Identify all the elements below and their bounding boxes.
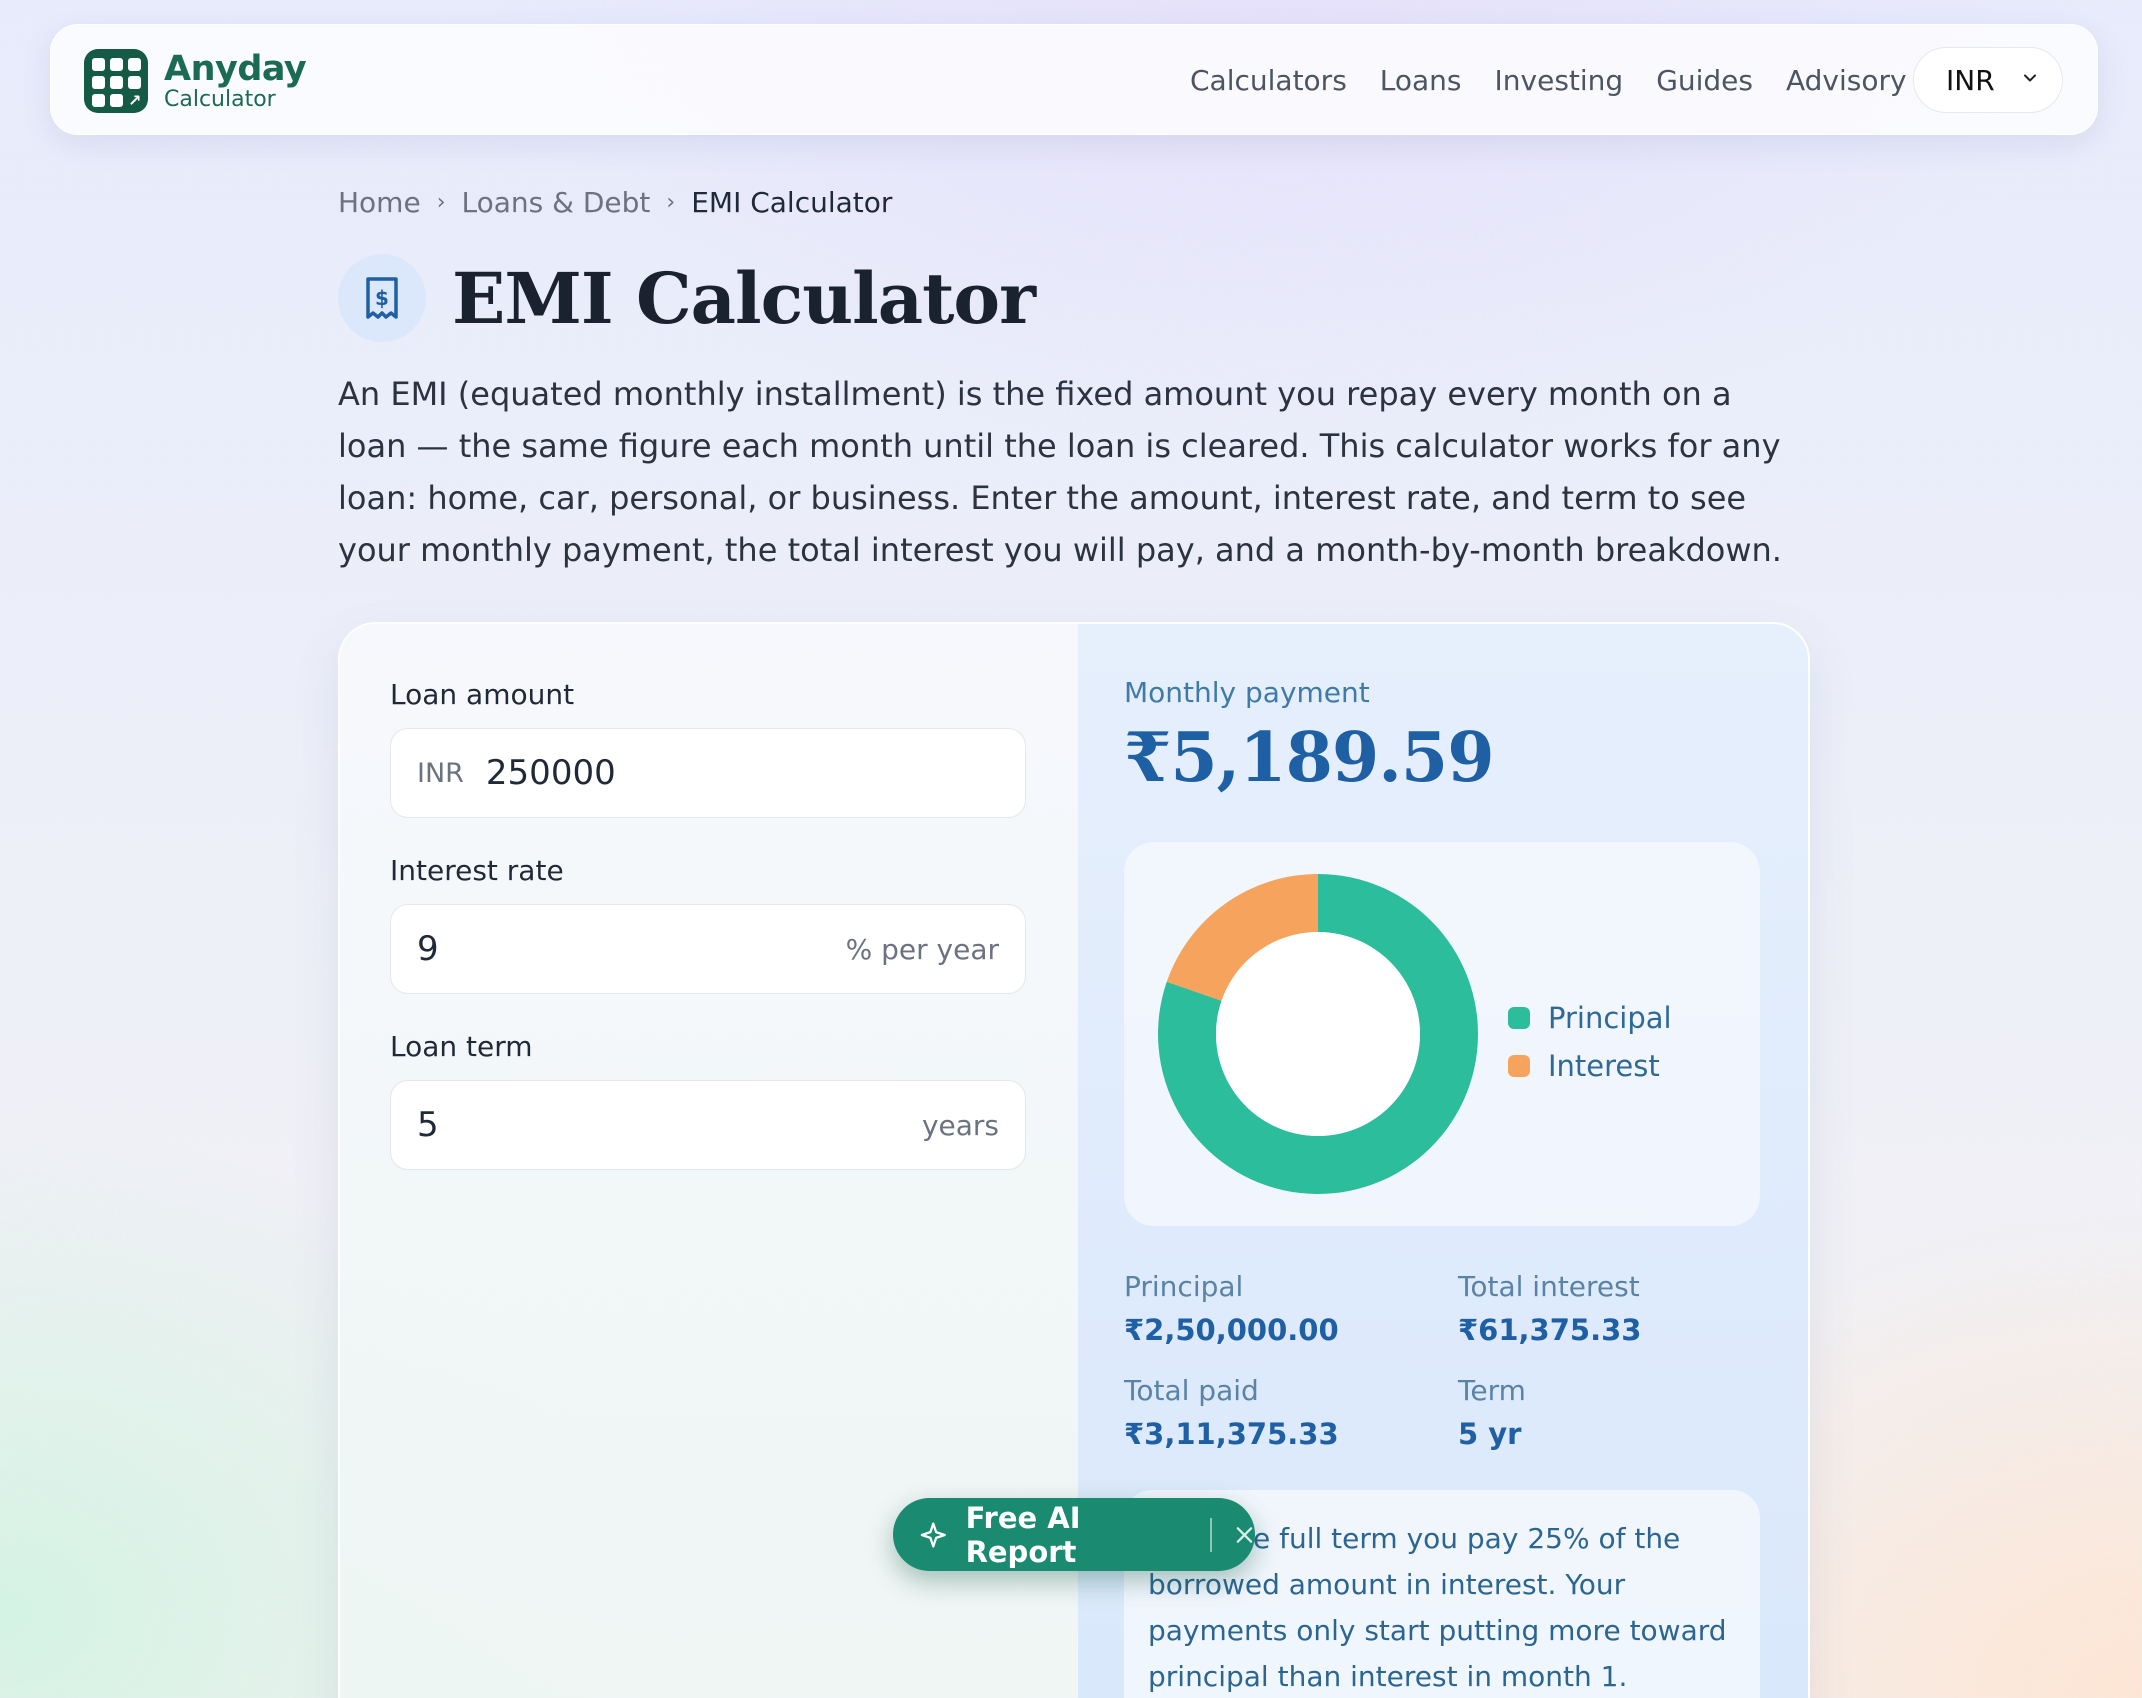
- loan-amount-prefix: INR: [417, 757, 464, 789]
- receipt-dollar-icon: $: [338, 254, 426, 342]
- svg-text:$: $: [375, 286, 389, 310]
- page-intro: An EMI (equated monthly installment) is …: [338, 375, 1782, 569]
- pill-divider: [1210, 1517, 1213, 1552]
- stat-term-value: 5 yr: [1458, 1417, 1522, 1451]
- chart-legend: Principal Interest: [1508, 994, 1672, 1090]
- monthly-payment-value: ₹5,189.59: [1124, 718, 1495, 798]
- stat-total-paid-value: ₹3,11,375.33: [1124, 1417, 1339, 1451]
- stat-total-interest-label: Total interest: [1458, 1270, 1640, 1303]
- monthly-payment-label: Monthly payment: [1124, 676, 1370, 709]
- breakdown-chart-card: Principal Interest: [1124, 842, 1760, 1226]
- legend-item-principal: Principal: [1508, 994, 1672, 1042]
- principal-swatch: [1508, 1007, 1530, 1029]
- nav-link-calculators[interactable]: Calculators: [1190, 64, 1347, 97]
- loan-amount-label: Loan amount: [390, 678, 575, 711]
- legend-item-interest: Interest: [1508, 1042, 1672, 1090]
- breadcrumb-current: EMI Calculator: [691, 186, 893, 219]
- calculator-grid-icon: ↗: [84, 49, 148, 113]
- currency-value: INR: [1946, 63, 1995, 97]
- top-navbar: ↗ Anyday Calculator Calculators Loans In…: [50, 24, 2098, 135]
- interest-rate-suffix: % per year: [845, 932, 999, 966]
- loan-amount-input[interactable]: 250000: [486, 753, 999, 793]
- interest-rate-input[interactable]: 9: [417, 929, 846, 969]
- ai-report-pill: Free AI Report: [893, 1498, 1255, 1571]
- nav-menu: Calculators Loans Investing Guides Advis…: [1190, 25, 1940, 136]
- stat-total-paid: Total paid ₹3,11,375.33: [1124, 1374, 1339, 1451]
- interest-rate-field[interactable]: 9 % per year: [390, 904, 1026, 994]
- interest-swatch: [1508, 1055, 1530, 1077]
- loan-term-suffix: years: [921, 1108, 999, 1142]
- brand-subtitle: Calculator: [164, 86, 276, 112]
- breadcrumb-separator-icon: ›: [436, 190, 446, 215]
- legend-interest-label: Interest: [1548, 1049, 1660, 1083]
- stat-total-paid-label: Total paid: [1124, 1374, 1259, 1407]
- page-header: $ EMI Calculator: [338, 254, 1036, 342]
- nav-link-advisory[interactable]: Advisory: [1786, 64, 1907, 97]
- ai-report-button[interactable]: Free AI Report: [966, 1501, 1191, 1569]
- nav-link-investing[interactable]: Investing: [1495, 64, 1624, 97]
- sparkle-icon: [920, 1521, 946, 1548]
- close-icon[interactable]: [1234, 1524, 1255, 1546]
- brand-name: Anyday: [164, 48, 307, 89]
- principal-interest-donut-chart: [1158, 874, 1478, 1194]
- brand-logo[interactable]: ↗ Anyday Calculator: [84, 48, 307, 113]
- currency-select[interactable]: INR: [1913, 47, 2063, 113]
- stat-term: Term 5 yr: [1458, 1374, 1526, 1451]
- breadcrumb: Home › Loans & Debt › EMI Calculator: [338, 186, 892, 219]
- stat-total-interest-value: ₹61,375.33: [1458, 1313, 1642, 1347]
- loan-term-field[interactable]: 5 years: [390, 1080, 1026, 1170]
- donut-hole: [1216, 932, 1420, 1136]
- page-title: EMI Calculator: [452, 256, 1036, 340]
- breadcrumb-loans-debt[interactable]: Loans & Debt: [462, 186, 651, 219]
- stat-principal-label: Principal: [1124, 1270, 1244, 1303]
- breadcrumb-home[interactable]: Home: [338, 186, 421, 219]
- breadcrumb-separator-icon: ›: [666, 190, 676, 215]
- nav-link-guides[interactable]: Guides: [1656, 64, 1753, 97]
- legend-principal-label: Principal: [1548, 1001, 1672, 1035]
- stat-principal: Principal ₹2,50,000.00: [1124, 1270, 1339, 1347]
- stat-term-label: Term: [1458, 1374, 1526, 1407]
- loan-term-input[interactable]: 5: [417, 1105, 922, 1145]
- chevron-down-icon: [2024, 74, 2036, 82]
- stat-total-interest: Total interest ₹61,375.33: [1458, 1270, 1641, 1347]
- interest-rate-label: Interest rate: [390, 854, 564, 887]
- nav-link-loans[interactable]: Loans: [1380, 64, 1462, 97]
- stat-principal-value: ₹2,50,000.00: [1124, 1313, 1339, 1347]
- loan-amount-field[interactable]: INR 250000: [390, 728, 1026, 818]
- loan-term-label: Loan term: [390, 1030, 533, 1063]
